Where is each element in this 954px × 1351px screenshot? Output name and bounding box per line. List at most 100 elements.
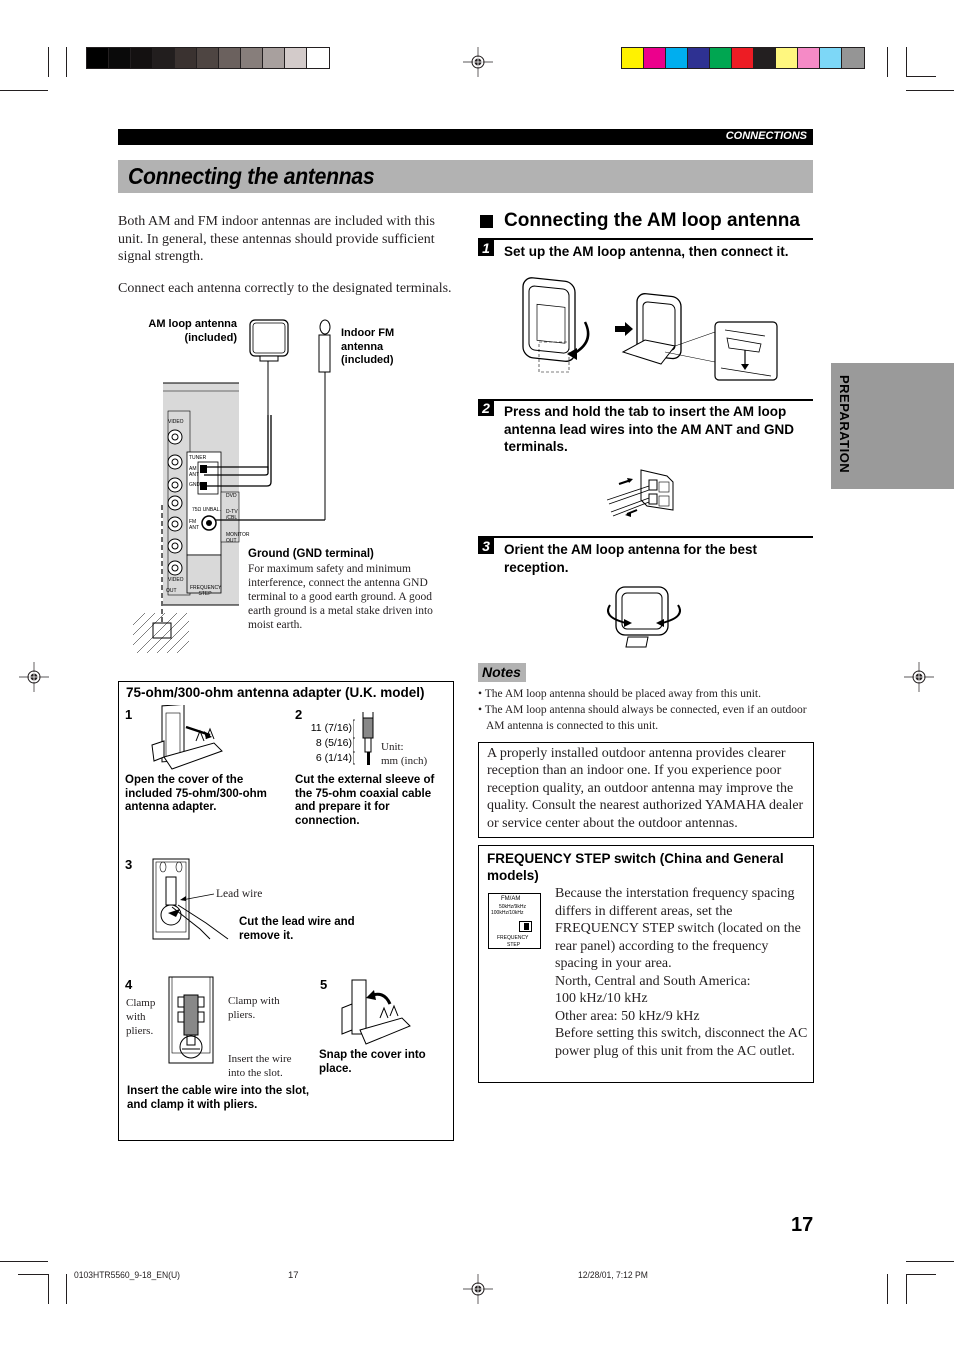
- crop-mark: [906, 76, 936, 77]
- panel-label: MONITOR OUT: [226, 532, 250, 544]
- outdoor-antenna-text: A properly installed outdoor antenna pro…: [487, 746, 804, 831]
- section-label: CONNECTIONS: [725, 130, 807, 142]
- terminal-insert-illustration: [607, 469, 674, 517]
- snap-cover-illustration: [341, 979, 411, 1045]
- color-swatch: [307, 48, 329, 68]
- registration-mark-icon: [19, 662, 49, 692]
- color-swatch: [820, 48, 842, 68]
- frequency-step-title: FREQUENCY STEP switch (China and General…: [487, 851, 784, 883]
- unit-label: Unit: mm (inch): [381, 741, 428, 767]
- panel-label: VIDEO: [168, 419, 184, 425]
- color-swatch: [710, 48, 732, 68]
- crop-mark: [887, 47, 888, 77]
- color-swatch: [263, 48, 285, 68]
- crop-mark: [906, 47, 907, 77]
- crop-mark: [48, 1274, 49, 1304]
- section-bullet-icon: [480, 215, 493, 228]
- fm-antenna-icon: [318, 319, 331, 520]
- page-number: 17: [791, 1214, 814, 1236]
- slide-switch-icon[interactable]: [519, 921, 532, 932]
- color-swatch: [754, 48, 776, 68]
- step-divider: [478, 238, 813, 240]
- step-divider: [478, 536, 813, 538]
- adapter-step-number: 5: [320, 977, 328, 992]
- color-swatch: [644, 48, 666, 68]
- color-swatch: [197, 48, 219, 68]
- panel-label: GND: [189, 482, 201, 488]
- panel-label: FREQUENCY STEP: [190, 585, 222, 597]
- step-number-badge: 3: [478, 538, 494, 554]
- note-item: • The AM loop antenna should always be c…: [478, 704, 807, 732]
- color-swatch: [622, 48, 644, 68]
- am-loop-antenna-icon: [249, 319, 289, 470]
- color-swatch: [798, 48, 820, 68]
- registration-mark-icon: [463, 1274, 493, 1304]
- crop-mark: [0, 1261, 48, 1262]
- cable-dimensions: 11 (7/16) 8 (5/16) 6 (1/14): [310, 722, 352, 764]
- panel-label: TUNER: [189, 455, 207, 461]
- clamp-wire-illustration: [168, 976, 214, 1064]
- slug-file-name: 0103HTR5560_9-18_EN(U): [74, 1270, 180, 1281]
- page-title: Connecting the antennas: [128, 163, 375, 189]
- color-calibration-bar: [621, 47, 865, 69]
- lead-wire-callout: Lead wire: [216, 888, 263, 900]
- registration-mark-icon: [904, 662, 934, 692]
- adapter-step-caption: Cut the external sleeve of the 75-ohm co…: [295, 774, 435, 827]
- adapter-step-number: 1: [125, 707, 133, 722]
- adapter-step-number: 2: [295, 707, 303, 722]
- outdoor-antenna-box: A properly installed outdoor antenna pro…: [478, 742, 814, 838]
- adapter-step-caption: Cut the lead wire and remove it.: [239, 916, 355, 942]
- frequency-step-description: Because the interstation frequency spaci…: [555, 886, 808, 1059]
- adapter-step-caption: Insert the cable wire into the slot, and…: [127, 1085, 310, 1111]
- step-instruction: Orient the AM loop antenna for the best …: [504, 542, 758, 575]
- panel-label: VIDEO: [168, 577, 184, 583]
- crop-mark: [66, 47, 67, 77]
- color-swatch: [666, 48, 688, 68]
- color-swatch: [732, 48, 754, 68]
- panel-label: D-TV /CBL: [226, 509, 238, 521]
- clamp-callout-left: Clamp with pliers.: [126, 997, 156, 1037]
- crop-mark: [906, 1274, 936, 1275]
- frequency-step-box: FREQUENCY STEP switch (China and General…: [478, 845, 814, 1083]
- adapter-step-number: 3: [125, 857, 133, 872]
- slug-page-number: 17: [288, 1270, 299, 1281]
- panel-label: AM ANT: [189, 466, 199, 478]
- step-instruction: Press and hold the tab to insert the AM …: [504, 404, 795, 454]
- ground-title: Ground (GND terminal): [248, 548, 374, 560]
- color-swatch: [285, 48, 307, 68]
- color-swatch: [153, 48, 175, 68]
- crop-mark: [906, 90, 954, 91]
- side-tab-label: PREPARATION: [837, 375, 852, 474]
- crop-mark: [887, 1274, 888, 1304]
- crop-mark: [48, 47, 49, 77]
- color-swatch: [776, 48, 798, 68]
- coax-cable-illustration: [353, 712, 374, 765]
- crop-mark: [66, 1274, 67, 1304]
- color-swatch: [109, 48, 131, 68]
- color-swatch: [131, 48, 153, 68]
- notes-label: Notes: [478, 663, 526, 682]
- adapter-open-cover-illustration: [151, 705, 223, 770]
- clamp-callout-right: Clamp with pliers.: [228, 995, 280, 1021]
- color-swatch: [219, 48, 241, 68]
- step-number-badge: 2: [478, 400, 494, 416]
- side-tab-preparation[interactable]: PREPARATION: [831, 363, 954, 489]
- callout-arrow-icon: [180, 893, 215, 901]
- color-swatch: [241, 48, 263, 68]
- section-header-bar: CONNECTIONS: [118, 129, 813, 145]
- crop-mark: [906, 1274, 907, 1304]
- color-swatch: [842, 48, 864, 68]
- slug-timestamp: 12/28/01, 7:12 PM: [578, 1270, 648, 1281]
- insert-wire-callout: Insert the wire into the slot.: [228, 1053, 292, 1079]
- color-swatch: [87, 48, 109, 68]
- intro-paragraph: Connect each antenna correctly to the de…: [118, 281, 452, 296]
- panel-label: FM ANT: [189, 519, 199, 531]
- section-title: Connecting the AM loop antenna: [504, 210, 800, 231]
- color-swatch: [688, 48, 710, 68]
- orient-antenna-illustration: [607, 586, 681, 648]
- panel-label: DVD: [226, 493, 237, 499]
- registration-mark-icon: [463, 47, 493, 77]
- intro-paragraph: Both AM and FM indoor antennas are inclu…: [118, 214, 435, 264]
- adapter-step-caption: Snap the cover into place.: [319, 1049, 426, 1075]
- step-number-badge: 1: [478, 240, 494, 256]
